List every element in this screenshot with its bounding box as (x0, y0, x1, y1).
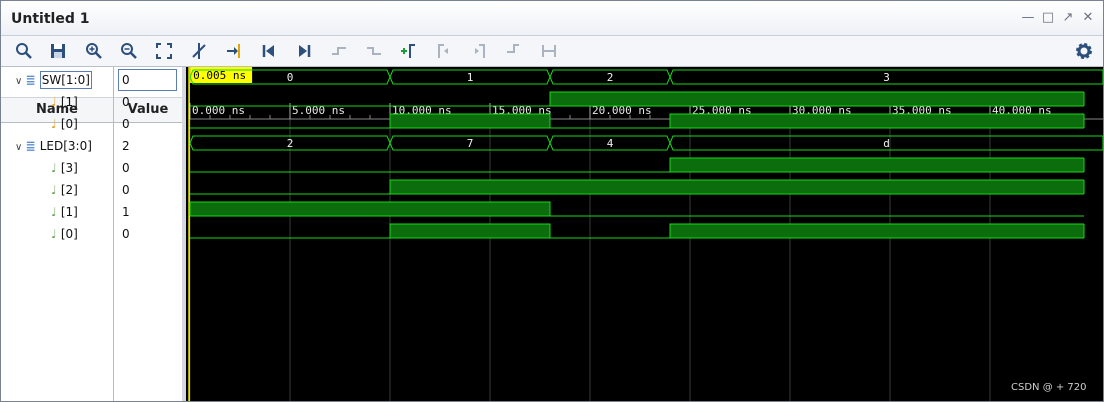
toolbar (1, 36, 1103, 67)
detach-icon[interactable]: ↗ (1061, 11, 1075, 25)
bit-signal-icon: ♩ (51, 117, 61, 131)
minimize-icon[interactable]: — (1021, 11, 1035, 25)
bit-high-fill (550, 92, 1084, 106)
gear-icon[interactable] (1073, 40, 1095, 62)
signal-value: 0 (122, 227, 130, 241)
add-marker-plus-icon[interactable] (397, 40, 419, 62)
bus-signal-icon: ≣ (25, 73, 40, 87)
waveform-canvas[interactable]: 0.000 ns 5.000 ns 10.000 ns 15.000 ns 20.000… (186, 67, 1103, 401)
bit-high-fill (190, 202, 550, 216)
signal-row-2[interactable]: ♩ [0] (51, 113, 78, 135)
bit-signal-icon: ♩ (51, 95, 61, 109)
previous-marker-icon[interactable] (433, 40, 455, 62)
signal-row-5[interactable]: ♩ [2] (51, 179, 78, 201)
bit-high-fill (670, 224, 1084, 238)
signal-value: 0 (122, 183, 130, 197)
chevron-down-icon[interactable]: ∨ (15, 142, 26, 153)
zoom-in-icon[interactable] (83, 40, 105, 62)
signal-value: 0 (122, 117, 130, 131)
snap-to-transition-icon[interactable] (538, 40, 560, 62)
signal-row-3[interactable]: ∨ ≣ LED[3:0] (15, 135, 92, 157)
bit-high-fill (670, 158, 1084, 172)
zoom-out-icon[interactable] (118, 40, 140, 62)
signal-row-4[interactable]: ♩ [3] (51, 157, 78, 179)
zoom-fit-icon[interactable] (153, 40, 175, 62)
bus-value-label: 7 (467, 137, 474, 150)
signal-value: 0 (122, 161, 130, 175)
signal-value: 0 (122, 95, 130, 109)
go-to-end-icon[interactable] (293, 40, 315, 62)
bus-value-label: 1 (467, 71, 474, 84)
signal-row-0[interactable]: ∨ ≣ SW[1:0] (15, 69, 92, 91)
signal-row-1[interactable]: ♩ [1] (51, 91, 78, 113)
signal-value-column: Value 00020010 (114, 67, 182, 401)
bit-high-fill (670, 114, 1084, 128)
bus-value-label: 2 (607, 71, 614, 84)
bit-signal-icon: ♩ (51, 227, 61, 241)
chevron-down-icon[interactable]: ∨ (15, 76, 26, 87)
bit-signal-icon: ♩ (51, 183, 61, 197)
watermark: CSDN @ + 720 (1011, 382, 1087, 393)
signal-value: 2 (122, 139, 130, 153)
signal-name: [2] (60, 183, 78, 197)
previous-transition-icon[interactable] (328, 40, 350, 62)
bit-signal-icon: ♩ (51, 161, 61, 175)
next-transition-icon[interactable] (363, 40, 385, 62)
signal-name: [1] (60, 205, 78, 219)
signal-value: 1 (122, 205, 130, 219)
cursor-label: 0.005 ns (193, 69, 246, 82)
waveform-area[interactable]: 0.000 ns 5.000 ns 10.000 ns 15.000 ns 20.000… (186, 67, 1103, 401)
signal-name: LED[3:0] (39, 139, 92, 153)
swap-cursors-icon[interactable] (503, 40, 525, 62)
save-icon[interactable] (47, 40, 69, 62)
restore-icon[interactable]: □ (1041, 11, 1055, 25)
next-marker-icon[interactable] (468, 40, 490, 62)
signal-name: [1] (60, 95, 78, 109)
bit-high-fill (390, 224, 550, 238)
signal-name: SW[1:0] (39, 71, 92, 89)
cursor-to-zero-icon[interactable] (188, 40, 210, 62)
search-icon[interactable] (13, 40, 35, 62)
title-bar: Untitled 1 — □ ↗ ✕ (1, 1, 1103, 36)
window-title: Untitled 1 (11, 11, 90, 27)
signal-row-6[interactable]: ♩ [1] (51, 201, 78, 223)
close-icon[interactable]: ✕ (1081, 11, 1095, 25)
bit-high-fill (390, 180, 1084, 194)
bus-value-label: 0 (287, 71, 294, 84)
bus-value-label: 4 (607, 137, 614, 150)
bus-value-label: 2 (287, 137, 294, 150)
signal-name-column: Name ∨ ≣ SW[1:0] ♩ [1] ♩ [0] ∨ ≣ LED[3:0] ♩ … (1, 67, 114, 401)
bit-signal-icon: ♩ (51, 205, 61, 219)
signal-row-7[interactable]: ♩ [0] (51, 223, 78, 245)
signal-name: [0] (60, 227, 78, 241)
bus-signal-icon: ≣ (25, 139, 40, 153)
signal-value: 0 (118, 69, 177, 91)
bit-high-fill (390, 114, 550, 128)
bus-value-label: d (883, 137, 890, 150)
signal-name: [0] (60, 117, 78, 131)
waveform-window: Untitled 1 — □ ↗ ✕ Name ∨ ≣ SW[1:0] ♩ [1]… (0, 0, 1104, 402)
signal-name: [3] (60, 161, 78, 175)
bus-value-label: 3 (883, 71, 890, 84)
go-to-start-icon[interactable] (258, 40, 280, 62)
add-marker-icon[interactable] (223, 40, 245, 62)
